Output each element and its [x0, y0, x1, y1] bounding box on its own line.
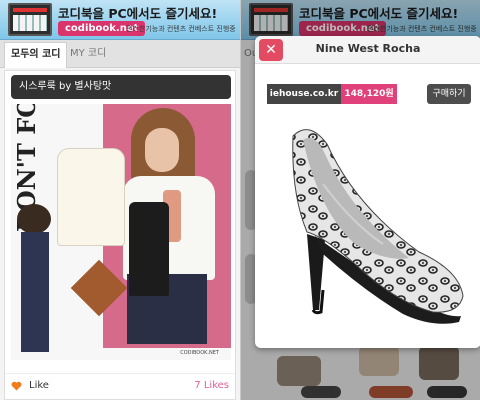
outfit-collage-image[interactable]: DON'T FORGET CODIBOOK.NET	[11, 104, 231, 360]
right-screen: 코디북을 PC에서도 즐기세요! codibook.net 편리한기능과 컨텐츠…	[240, 0, 480, 400]
heart-icon[interactable]	[11, 381, 22, 391]
bracelet-item	[17, 204, 51, 234]
shop-link[interactable]: iehouse.co.kr	[267, 84, 341, 104]
product-dialog: ✕ Nine West Rocha iehouse.co.kr 148,120원…	[255, 36, 480, 348]
codi-card[interactable]: 시스루룩 by 별사탕맛 DON'T FORGET CODIBOOK.NET L…	[4, 70, 236, 400]
left-screen: 코디북을 PC에서도 즐기세요! codibook.net 편리한기능과 컨텐츠…	[0, 0, 240, 400]
jeans-item	[21, 232, 49, 352]
banner-subtext: 편리한기능과 컨텐츠 컨베스트 진행중	[126, 25, 236, 33]
blouse-item	[57, 148, 125, 246]
product-title: Nine West Rocha	[315, 42, 421, 55]
close-button[interactable]: ✕	[259, 39, 283, 61]
likes-count[interactable]: 7 Likes	[194, 380, 229, 391]
leopard-pump-image	[292, 129, 464, 324]
dialog-header: ✕ Nine West Rocha	[255, 36, 480, 64]
like-button[interactable]: Like	[29, 380, 49, 391]
close-icon: ✕	[265, 42, 277, 58]
tab-bar: 모두의 코디 MY 코디	[0, 40, 240, 68]
tank-top-item	[129, 202, 169, 296]
card-footer: Like 7 Likes	[5, 373, 235, 399]
tab-my-codi[interactable]: MY 코디	[64, 42, 112, 68]
banner-headline: 코디북을 PC에서도 즐기세요!	[58, 6, 218, 21]
buy-button[interactable]: 구매하기	[427, 84, 471, 104]
product-price: 148,120원	[341, 84, 397, 104]
product-image[interactable]	[263, 114, 473, 340]
laptop-thumbnail	[8, 3, 52, 36]
collage-brand-mark: CODIBOOK.NET	[180, 350, 219, 356]
tab-all-codi[interactable]: 모두의 코디	[4, 42, 68, 68]
card-title: 시스루룩 by 별사탕맛	[11, 75, 231, 99]
promo-banner[interactable]: 코디북을 PC에서도 즐기세요! codibook.net 편리한기능과 컨텐츠…	[0, 0, 240, 40]
model-face	[145, 128, 179, 172]
